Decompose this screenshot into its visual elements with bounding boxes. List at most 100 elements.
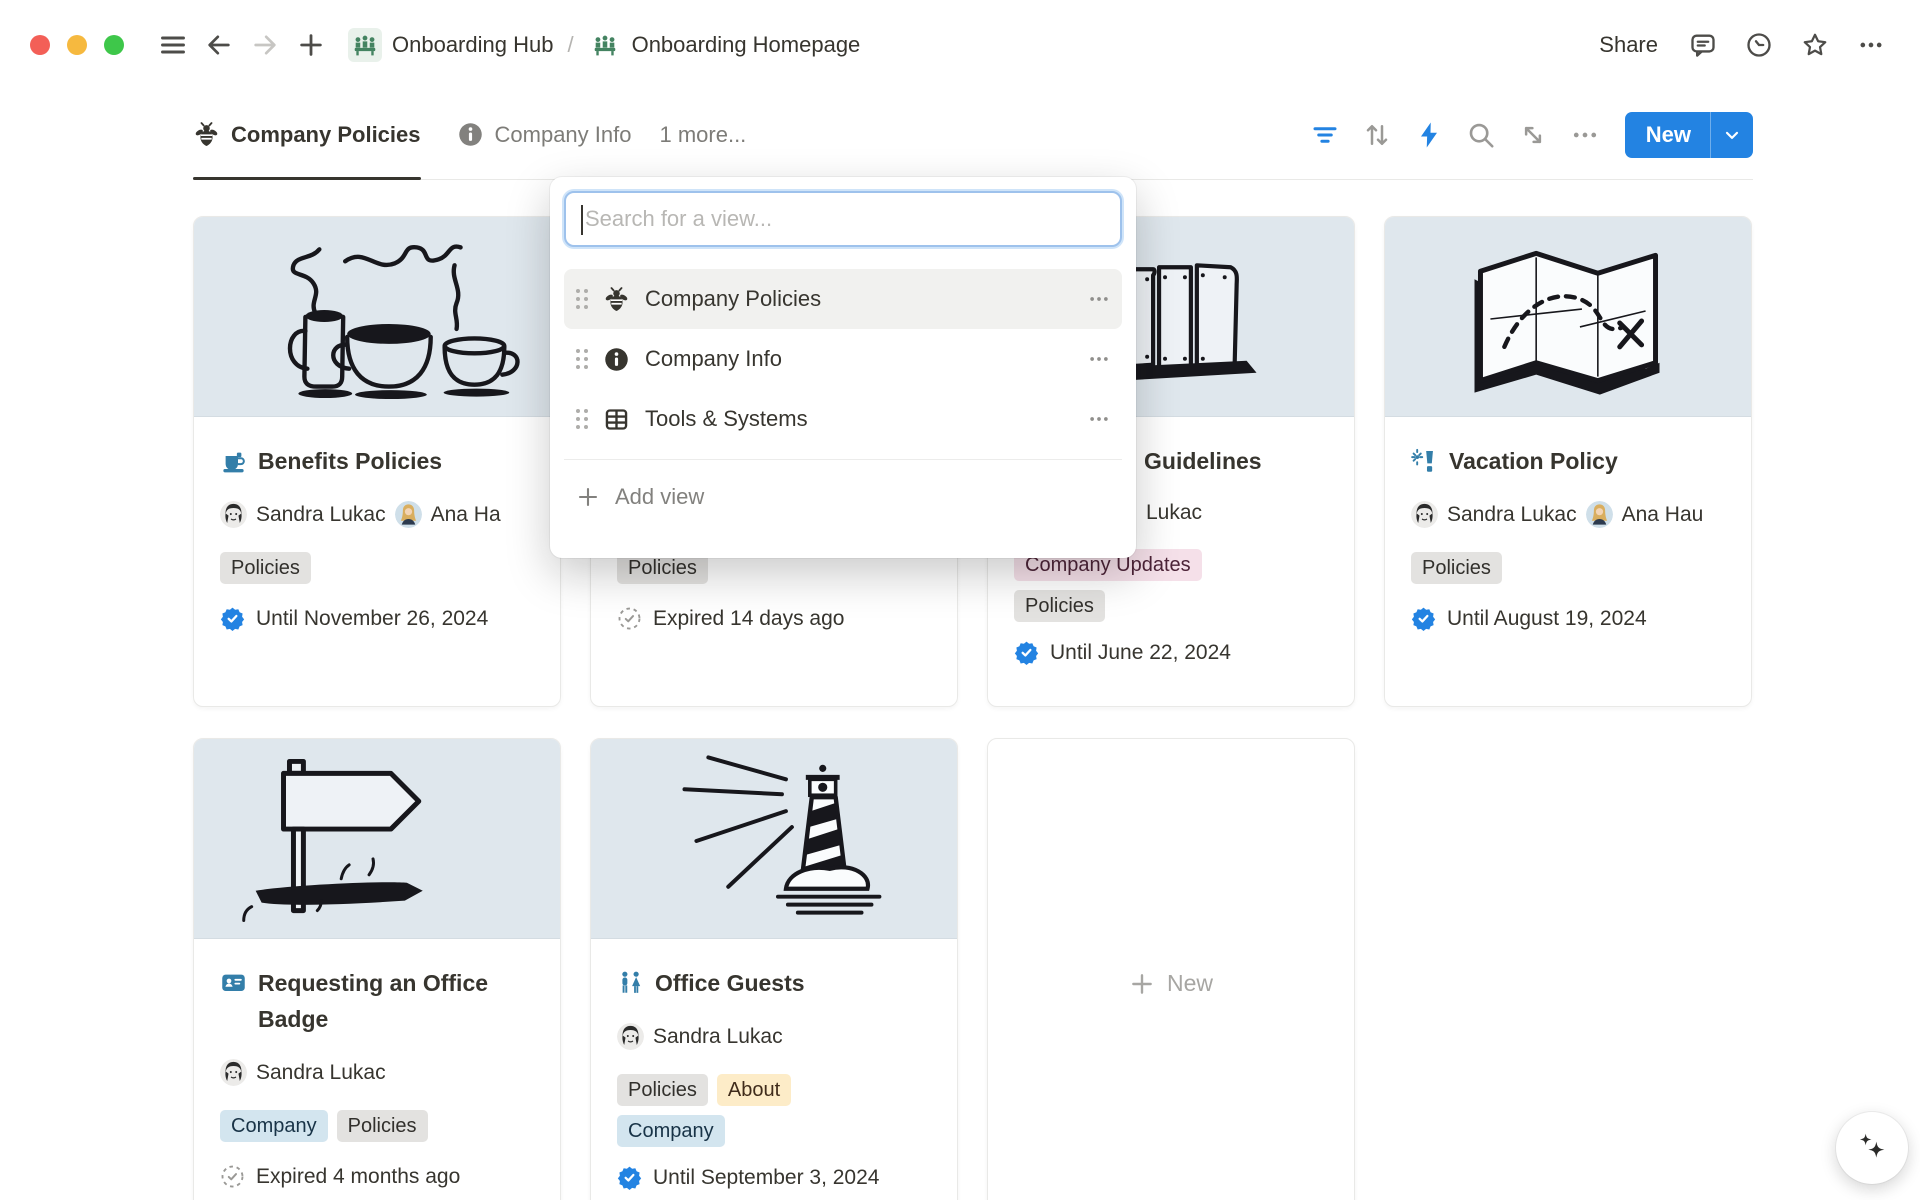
breadcrumb-label: Onboarding Homepage [632,32,861,58]
avatar-sandra [220,1059,247,1086]
automations-button[interactable] [1407,113,1451,157]
back-button[interactable] [196,22,242,68]
person-name: Lukac [1146,501,1202,525]
expand-button[interactable] [1511,113,1555,157]
favorite-button[interactable] [1792,22,1838,68]
avatar-sandra [617,1023,644,1050]
card-title: Guidelines [1144,443,1262,479]
breadcrumb-onboarding-hub[interactable]: Onboarding Hub [342,24,559,66]
minimize-window-button[interactable] [67,35,87,55]
tab-company-policies[interactable]: Company Policies [193,90,421,179]
team-meeting-icon [348,28,382,62]
bee-icon [193,121,220,148]
info-icon [603,346,630,373]
close-window-button[interactable] [30,35,50,55]
lightning-icon [1414,120,1444,150]
share-button[interactable]: Share [1587,26,1670,64]
card-title-row: Vacation Policy [1411,443,1725,479]
card-office-guests[interactable]: Office Guests Sandra Lukac Policies Abou… [590,738,958,1200]
view-search[interactable] [564,191,1122,247]
more-options-button[interactable] [1848,22,1894,68]
view-switcher-menu: Company Policies Company Info Tools & Sy… [550,177,1136,558]
add-view-button[interactable]: Add view [564,470,1122,524]
card-tags: Policies About [617,1074,931,1106]
view-item-company-info[interactable]: Company Info [564,329,1122,389]
card-status: Until June 22, 2024 [1014,640,1328,665]
status-text: Until June 22, 2024 [1050,641,1231,665]
view-options-button[interactable] [1563,113,1607,157]
card-cover-mugs-illustration [194,217,560,417]
new-card-placeholder[interactable]: New [987,738,1355,1200]
tab-label: Company Policies [231,122,421,148]
card-title: Requesting an Office Badge [258,965,534,1037]
drag-handle-icon[interactable] [576,409,588,429]
tag: Policies [337,1110,428,1142]
sort-button[interactable] [1355,113,1399,157]
id-badge-icon [220,969,247,996]
card-tags: Company [617,1115,931,1147]
drag-handle-icon[interactable] [576,289,588,309]
new-button[interactable]: New [1625,122,1710,148]
sort-arrows-icon [1362,120,1392,150]
zoom-window-button[interactable] [104,35,124,55]
person-name: Sandra Lukac [1447,503,1577,527]
search-button[interactable] [1459,113,1503,157]
drag-handle-icon[interactable] [576,349,588,369]
forward-button[interactable] [242,22,288,68]
view-list: Company Policies Company Info Tools & Sy… [564,269,1122,524]
item-options-icon[interactable] [1088,348,1110,370]
text-cursor [581,205,583,235]
card-title: Benefits Policies [258,443,442,479]
new-button-dropdown[interactable] [1711,112,1753,158]
card-requesting-office-badge[interactable]: Requesting an Office Badge Sandra Lukac … [193,738,561,1200]
status-text: Expired 14 days ago [653,607,844,631]
arrow-right-icon [251,31,279,59]
card-people: Sandra Lukac [617,1023,931,1050]
avatar-sandra [1411,501,1438,528]
tab-company-info[interactable]: Company Info [457,90,632,179]
tag: About [717,1074,791,1106]
card-benefits-policies[interactable]: Benefits Policies Sandra Lukac Ana Ha Po… [193,216,561,707]
card-people: Sandra Lukac [220,1059,534,1086]
comments-button[interactable] [1680,22,1726,68]
card-vacation-policy[interactable]: Vacation Policy Sandra Lukac Ana Hau Pol… [1384,216,1752,707]
breadcrumb: Onboarding Hub / Onboarding Homepage [342,24,866,66]
status-text: Until September 3, 2024 [653,1166,879,1190]
history-button[interactable] [1736,22,1782,68]
card-people: Sandra Lukac Ana Hau [1411,501,1725,528]
ai-assistant-button[interactable] [1836,1112,1908,1184]
hamburger-icon [159,31,187,59]
card-tags: Policies [1014,590,1328,622]
status-text: Expired 4 months ago [256,1165,460,1189]
arrow-left-icon [205,31,233,59]
expired-check-icon [220,1164,245,1189]
new-page-button[interactable] [288,22,334,68]
card-tags: Policies [1411,552,1725,584]
more-views-button[interactable]: 1 more... [659,122,746,148]
breadcrumb-separator: / [567,32,573,58]
alert-sun-icon [1411,447,1438,474]
add-view-label: Add view [615,484,704,510]
sidebar-menu-button[interactable] [150,22,196,68]
card-cover-signpost-illustration [194,739,560,939]
item-options-icon[interactable] [1088,288,1110,310]
view-item-company-policies[interactable]: Company Policies [564,269,1122,329]
card-people: Sandra Lukac Ana Ha [220,501,534,528]
tag: Policies [617,1074,708,1106]
view-search-input[interactable] [566,193,1120,245]
view-item-tools-systems[interactable]: Tools & Systems [564,389,1122,449]
item-options-icon[interactable] [1088,408,1110,430]
card-title: Office Guests [655,965,805,1001]
team-meeting-icon [588,28,622,62]
tab-label: Company Info [495,122,632,148]
titlebar: Onboarding Hub / Onboarding Homepage Sha… [0,0,1920,90]
plus-icon [576,485,600,509]
bee-icon [603,286,630,313]
avatar-ana [395,501,422,528]
filter-button[interactable] [1303,113,1347,157]
person-name: Sandra Lukac [653,1025,783,1049]
tag: Policies [1014,590,1105,622]
expired-check-icon [617,606,642,631]
breadcrumb-onboarding-homepage[interactable]: Onboarding Homepage [582,24,867,66]
verified-badge-icon [1411,606,1436,631]
